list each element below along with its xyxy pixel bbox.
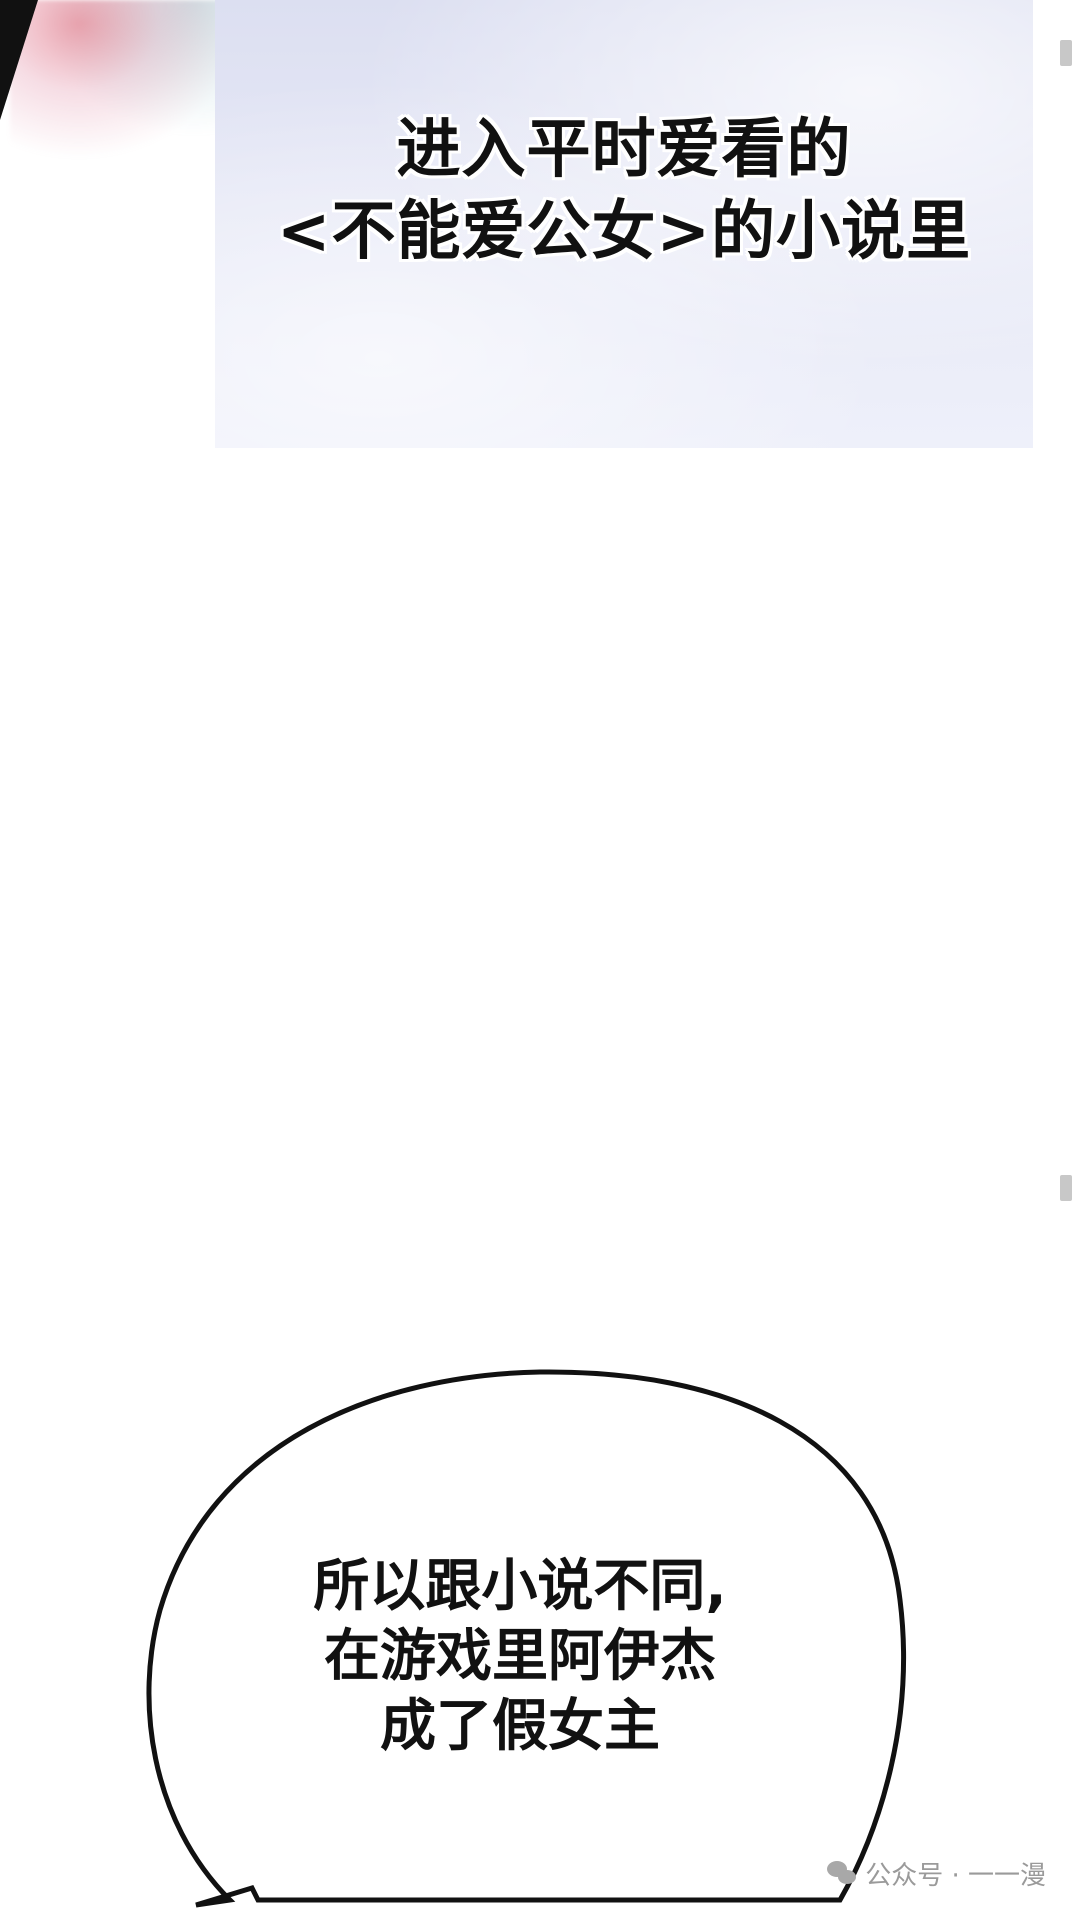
watermark-text: 公众号 · 一一漫 bbox=[865, 1861, 1046, 1891]
wechat-icon bbox=[827, 1860, 857, 1887]
bubble-line-3: 成了假女主 bbox=[380, 1694, 660, 1759]
bubble-line-1: 所以跟小说不同, bbox=[313, 1554, 727, 1619]
comic-page: 进入平时爱看的 <不能爱公女>的小说里 所以跟小说不同, 在游戏里阿伊杰 成了假… bbox=[0, 0, 1080, 1920]
watermark: 公众号 · 一一漫 bbox=[827, 1855, 1046, 1892]
bubble-line-2: 在游戏里阿伊杰 bbox=[324, 1624, 716, 1689]
